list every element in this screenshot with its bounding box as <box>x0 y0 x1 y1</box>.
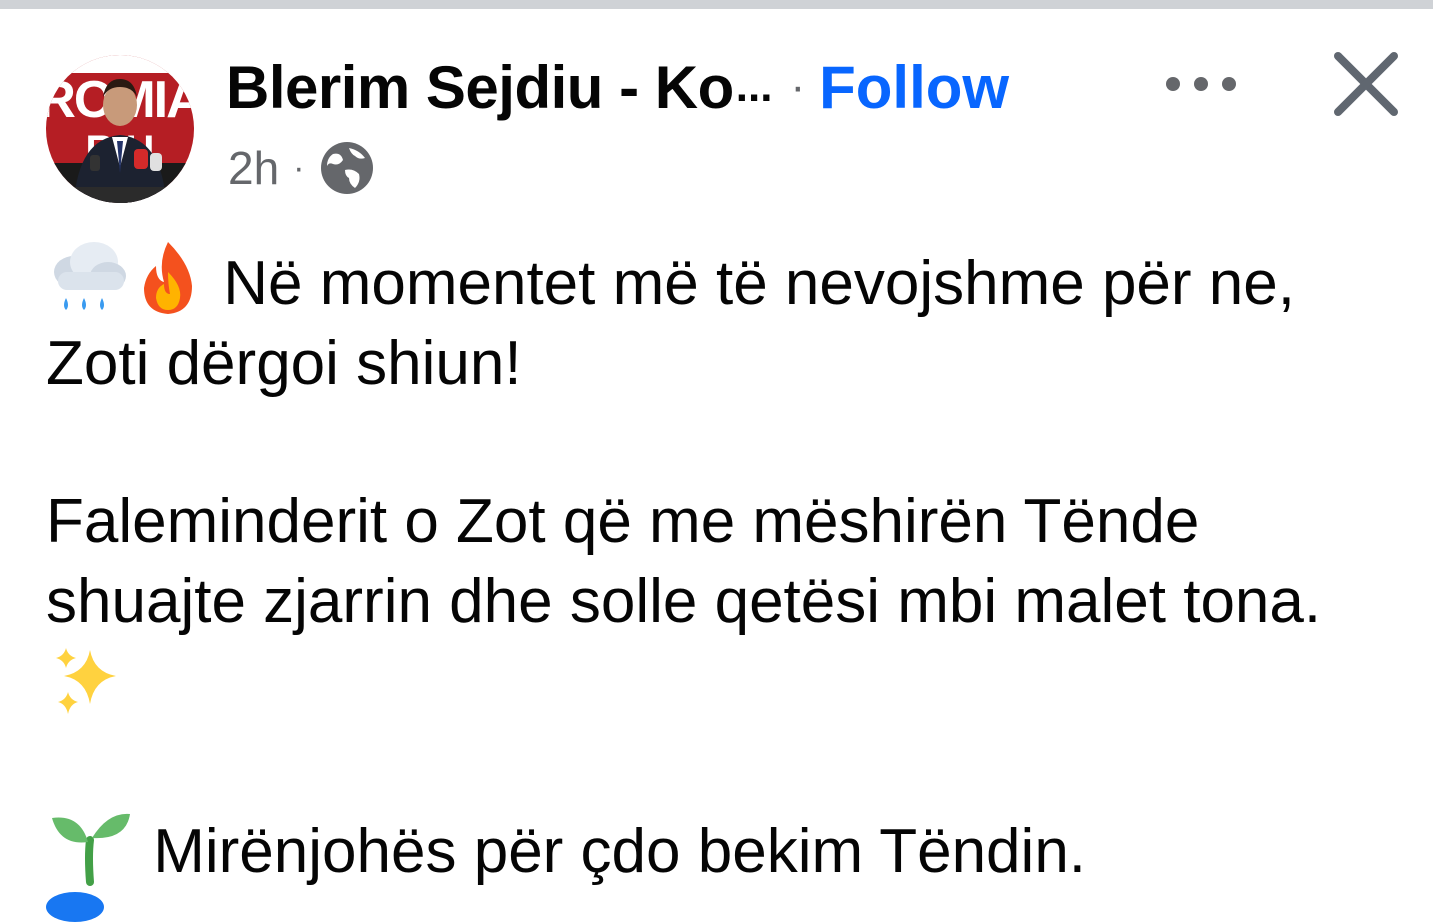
sparkles-icon <box>56 648 116 714</box>
more-options-button[interactable] <box>1158 62 1244 106</box>
author-avatar[interactable]: ROMIA R H <box>46 55 194 203</box>
seedling-icon <box>52 813 130 886</box>
cloud-with-rain-icon <box>54 242 126 310</box>
post-paragraph-1-text: Në momentet më të nevojshme për ne, Zoti… <box>46 249 1295 398</box>
post-header: Blerim Sejdiu - Ko ... · Follow <box>226 52 1009 122</box>
post-text: Në momentet më të nevojshme për ne, Zoti… <box>46 238 1406 892</box>
post-meta: 2h · <box>228 140 375 196</box>
top-strip <box>0 0 1433 9</box>
follow-button[interactable]: Follow <box>819 53 1009 122</box>
post-paragraph-1: Në momentet më të nevojshme për ne, Zoti… <box>46 238 1406 404</box>
close-button[interactable] <box>1326 46 1406 126</box>
author-name[interactable]: Blerim Sejdiu - Ko <box>226 53 734 122</box>
avatar-image: ROMIA R H <box>46 55 194 203</box>
meta-separator: · <box>293 148 305 187</box>
post-paragraph-2-text: Faleminderit o Zot që me mëshirën Tënde … <box>46 487 1322 636</box>
close-icon <box>1334 52 1398 116</box>
post-paragraph-3: Mirënjohës për çdo bekim Tëndin. <box>46 806 1406 892</box>
globe-icon[interactable] <box>319 140 375 196</box>
more-dots-icon <box>1166 77 1236 91</box>
header-separator: · <box>790 62 806 111</box>
fire-icon <box>144 242 192 314</box>
post-paragraph-3-text: Mirënjohës për çdo bekim Tëndin. <box>153 817 1087 886</box>
next-line-emoji-peek <box>46 892 104 922</box>
post-paragraph-2: Faleminderit o Zot që me mëshirën Tënde … <box>46 482 1406 728</box>
post-timestamp[interactable]: 2h <box>228 141 279 195</box>
author-name-truncation: ... <box>735 62 773 111</box>
